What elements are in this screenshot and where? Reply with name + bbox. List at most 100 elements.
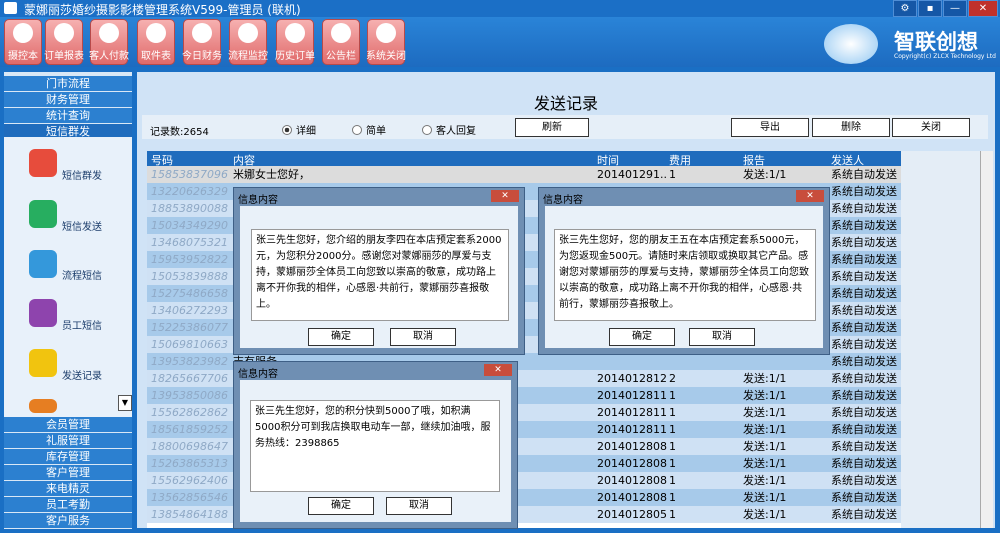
radio-detail[interactable]: 详细 — [282, 122, 316, 137]
brand: 智联创想 Copyright(c) ZLCX Technology Ltd — [824, 24, 996, 68]
ok-button[interactable]: 确定 — [308, 328, 374, 346]
submenu-staff-sms[interactable]: 员工短信 — [62, 317, 102, 332]
export-button[interactable]: 导出 — [731, 118, 809, 137]
menu-attendance[interactable]: 员工考勤 — [4, 497, 132, 513]
message-text[interactable]: 张三先生您好，您介绍的朋友李四在本店预定套系2000元，为您积分2000分。感谢… — [251, 229, 509, 321]
toolbar-button-8[interactable]: 公告栏 — [322, 19, 360, 65]
close-window-button[interactable]: ✕ — [968, 0, 998, 17]
message-dialog-3: 信息内容 ✕ 张三先生您好，您的积分快到5000了哦，如积满5000积分可到我店… — [233, 361, 518, 529]
cell-sender: 系统自动发送 — [831, 253, 897, 266]
toolbar-button-6[interactable]: 流程监控 — [228, 19, 268, 65]
cell-time: 2014012808... — [597, 457, 667, 470]
cell-fee: 1 — [669, 406, 676, 419]
cell-fee: 1 — [669, 491, 676, 504]
cell-phone: 13854864188 — [151, 508, 228, 521]
menu-customer[interactable]: 客户管理 — [4, 465, 132, 481]
envelope-icon[interactable] — [29, 149, 57, 177]
submenu-sms-send[interactable]: 短信发送 — [62, 218, 102, 233]
cell-sender: 系统自动发送 — [831, 338, 897, 351]
message-text[interactable]: 张三先生您好，您的积分快到5000了哦，如积满5000积分可到我店换取电动车一部… — [250, 400, 500, 492]
menu-member[interactable]: 会员管理 — [4, 417, 132, 433]
dialog-body: 张三先生您好，您的积分快到5000了哦，如积满5000积分可到我店换取电动车一部… — [240, 380, 511, 522]
submenu-sms-group[interactable]: 短信群发 — [62, 167, 102, 182]
dialog-title: 信息内容 — [543, 195, 583, 206]
cell-sender: 系统自动发送 — [831, 168, 897, 181]
flow-icon[interactable] — [29, 250, 57, 278]
cell-sender: 系统自动发送 — [831, 474, 897, 487]
cell-phone: 15275486658 — [151, 287, 228, 300]
toolbar-button-1[interactable]: 摄控本 — [4, 19, 42, 65]
menu-gown[interactable]: 礼服管理 — [4, 433, 132, 449]
cell-phone: 18853890088 — [151, 202, 228, 215]
chat-icon[interactable] — [29, 200, 57, 228]
radio-reply[interactable]: 客人回复 — [422, 122, 476, 137]
settings-icon[interactable]: ⚙ — [893, 0, 917, 17]
minimize-button[interactable]: — — [943, 0, 967, 17]
ok-button[interactable]: 确定 — [609, 328, 675, 346]
close-button[interactable]: 关闭 — [892, 118, 970, 137]
envelope-globe-icon — [824, 24, 878, 64]
cancel-button[interactable]: 取消 — [689, 328, 755, 346]
cell-sender: 系统自动发送 — [831, 457, 897, 470]
cell-fee: 1 — [669, 508, 676, 521]
submenu-send-record[interactable]: 发送记录 — [62, 367, 102, 382]
radio-dot[interactable] — [352, 125, 362, 135]
cancel-button[interactable]: 取消 — [386, 497, 452, 515]
cell-sender: 系统自动发送 — [831, 321, 897, 334]
toolbar-button-4[interactable]: 取件表 — [137, 19, 175, 65]
toolbar-button-7[interactable]: 历史订单 — [275, 19, 315, 65]
toolbar-button-2[interactable]: 订单报表 — [44, 19, 84, 65]
cell-phone: 15562962406 — [151, 474, 228, 487]
cell-fee: 1 — [669, 440, 676, 453]
cell-sender: 系统自动发送 — [831, 270, 897, 283]
radio-simple[interactable]: 简单 — [352, 122, 386, 137]
cell-time: 2014012811... — [597, 406, 667, 419]
cell-sender: 系统自动发送 — [831, 304, 897, 317]
sidebar-scroll-down[interactable]: ▼ — [118, 395, 132, 411]
ok-button[interactable]: 确定 — [308, 497, 374, 515]
cancel-button[interactable]: 取消 — [390, 328, 456, 346]
cell-sender: 系统自动发送 — [831, 355, 897, 368]
menu-caller[interactable]: 来电精灵 — [4, 481, 132, 497]
menu-store-process[interactable]: 门市流程 — [4, 76, 132, 92]
brand-name: 智联创想 — [894, 30, 978, 54]
toolbar-button-9[interactable]: 系统关闭 — [366, 19, 406, 65]
table-scrollbar[interactable] — [980, 151, 993, 528]
table-header: 号码 内容 时间 费用 报告 发送人 — [147, 151, 901, 167]
toolbar-button-5[interactable]: 今日财务 — [182, 19, 222, 65]
cell-phone: 13562856546 — [151, 491, 228, 504]
delete-button[interactable]: 删除 — [812, 118, 890, 137]
radio-dot[interactable] — [282, 125, 292, 135]
cell-phone: 13953823982 — [151, 355, 228, 368]
cell-sender: 系统自动发送 — [831, 440, 897, 453]
table-row[interactable]: 15853837096 米娜女士您好， 201401291... 1 发送:1/1 系统自… — [147, 166, 901, 184]
menu-inventory[interactable]: 库存管理 — [4, 449, 132, 465]
toolbar-button-3[interactable]: 客人付款 — [89, 19, 129, 65]
home-user-icon[interactable] — [29, 299, 57, 327]
cell-phone: 15953952822 — [151, 253, 228, 266]
cell-phone: 15034349290 — [151, 219, 228, 232]
cell-report: 发送:1/1 — [743, 168, 787, 181]
cell-phone: 18800698647 — [151, 440, 228, 453]
notice-icon — [331, 23, 351, 43]
menu-statistics[interactable]: 统计查询 — [4, 108, 132, 124]
cell-report: 发送:1/1 — [743, 423, 787, 436]
cell-fee: 1 — [669, 389, 676, 402]
notepad-icon[interactable] — [29, 349, 57, 377]
radio-dot[interactable] — [422, 125, 432, 135]
close-icon[interactable]: ✕ — [484, 364, 512, 376]
pickup-icon — [146, 23, 166, 43]
dialog-body: 张三先生您好，您的朋友王五在本店预定套系5000元，为您返现金500元。请随时来… — [545, 206, 823, 348]
submenu-flow-sms[interactable]: 流程短信 — [62, 267, 102, 282]
refresh-button[interactable]: 刷新 — [515, 118, 589, 137]
record-count: 记录数:2654 — [150, 127, 209, 138]
close-icon[interactable]: ✕ — [491, 190, 519, 202]
cell-phone: 18561859252 — [151, 423, 228, 436]
dialog-body: 张三先生您好，您介绍的朋友李四在本店预定套系2000元，为您积分2000分。感谢… — [240, 206, 518, 348]
close-icon[interactable]: ✕ — [796, 190, 824, 202]
menu-service[interactable]: 客户服务 — [4, 513, 132, 529]
menu-finance[interactable]: 财务管理 — [4, 92, 132, 108]
message-text[interactable]: 张三先生您好，您的朋友王五在本店预定套系5000元，为您返现金500元。请随时来… — [554, 229, 816, 321]
skin-icon[interactable]: ▪ — [918, 0, 942, 17]
cell-time: 2014012808... — [597, 491, 667, 504]
